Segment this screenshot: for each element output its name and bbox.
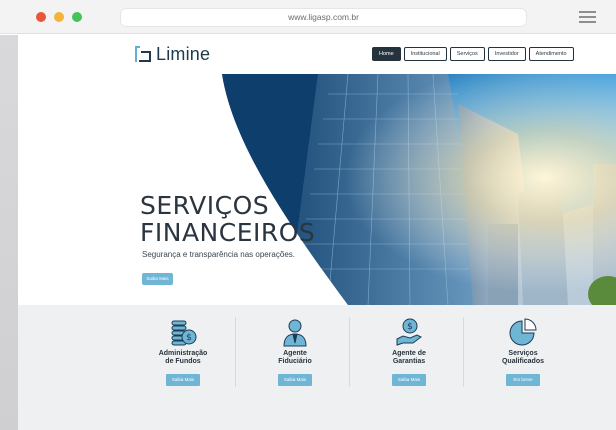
nav-atendimento[interactable]: Atendimento (528, 47, 574, 61)
service-title: Serviços Qualificados (468, 350, 578, 366)
site-logo[interactable]: Limine (134, 42, 210, 66)
hero-city-image (222, 74, 616, 305)
site-header: Limine Home Institucional Serviços Inves… (18, 35, 616, 74)
hand-money-icon: $ (396, 318, 422, 346)
nav-servicos[interactable]: Serviços (449, 47, 485, 61)
hero-title: SERVIÇOS FINANCEIROS (140, 192, 315, 246)
minimize-window-button[interactable] (54, 12, 64, 22)
hero-subtitle: Segurança e transparência nas operações. (142, 250, 295, 259)
service-title-line2: Qualificados (501, 358, 544, 365)
divider (235, 317, 236, 387)
service-title-line2: Fiduciário (278, 358, 312, 365)
main-nav: Home Institucional Serviços Investidor A… (372, 47, 577, 61)
nav-institucional[interactable]: Institucional (403, 47, 447, 61)
close-window-button[interactable] (36, 12, 46, 22)
service-title: Administração de Fundos (128, 350, 238, 366)
logo-text: Limine (156, 43, 211, 64)
svg-text:$: $ (186, 333, 192, 343)
maximize-window-button[interactable] (72, 12, 82, 22)
browser-toolbar: www.ligasp.com.br (0, 0, 616, 34)
address-bar[interactable]: www.ligasp.com.br (120, 8, 527, 27)
service-title-line1: Administração (158, 350, 208, 357)
nav-investidor[interactable]: Investidor (487, 47, 526, 61)
service-more-button[interactable]: Saiba Mais (392, 374, 426, 386)
svg-text:$: $ (407, 322, 413, 332)
service-more-button[interactable]: Saiba Mais (166, 374, 200, 386)
service-card-qualificados: Serviços Qualificados Em breve (468, 317, 578, 397)
nav-home[interactable]: Home (372, 47, 401, 61)
divider (463, 317, 464, 387)
service-soon-button[interactable]: Em breve (506, 374, 540, 386)
page-viewport: Limine Home Institucional Serviços Inves… (18, 35, 616, 430)
frame-side (0, 35, 18, 430)
hero-more-button[interactable]: Saiba Mais (142, 273, 173, 285)
hero-banner: SERVIÇOS FINANCEIROS Segurança e transpa… (18, 74, 616, 305)
services-band: $ Administração de Fundos Saiba Mais Age… (18, 305, 616, 430)
logo-mark-icon (135, 46, 151, 62)
service-title-line1: Agente de (392, 350, 426, 357)
service-title-line2: de Fundos (165, 358, 201, 365)
pie-chart-icon (509, 318, 537, 346)
service-card-garantias: $ Agente de Garantias Saiba Mais (354, 317, 464, 397)
service-title-line1: Serviços (508, 350, 538, 357)
service-title: Agente Fiduciário (240, 350, 350, 366)
divider (349, 317, 350, 387)
service-card-fiduciario: Agente Fiduciário Saiba Mais (240, 317, 350, 397)
service-title-line2: Garantias (392, 358, 426, 365)
hero-title-line2: FINANCEIROS (140, 218, 316, 247)
businessman-icon (283, 319, 307, 347)
service-title-line1: Agente (283, 350, 307, 357)
coins-stack-icon: $ (171, 320, 197, 346)
service-title: Agente de Garantias (354, 350, 464, 366)
browser-window: www.ligasp.com.br Limine Home Institucio… (0, 0, 616, 430)
hamburger-icon[interactable] (579, 11, 596, 23)
service-more-button[interactable]: Saiba Mais (278, 374, 312, 386)
service-card-fundos: $ Administração de Fundos Saiba Mais (128, 317, 238, 397)
hero-title-line1: SERVIÇOS (140, 191, 270, 220)
